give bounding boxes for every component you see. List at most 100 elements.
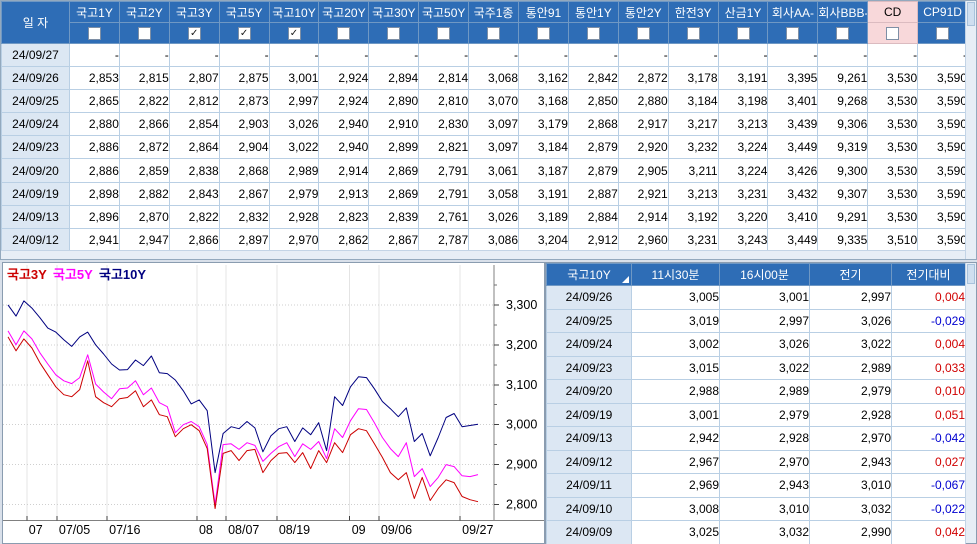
column-checkbox[interactable] [936, 27, 950, 41]
value-cell: 2,830 [418, 112, 470, 137]
change-cell: 0,027 [891, 449, 966, 474]
x-axis-label: 08/07 [228, 523, 259, 537]
vertical-scrollbar[interactable] [965, 263, 976, 543]
column-checkbox[interactable] [736, 27, 750, 41]
column-checkbox[interactable] [437, 27, 451, 41]
date-cell: 24/09/26 [546, 285, 632, 310]
column-checkbox[interactable]: ✓ [287, 27, 301, 41]
value-cell: 3,097 [468, 112, 520, 137]
value-cell: 3,449 [767, 227, 819, 252]
column-checkbox-cell [418, 22, 470, 44]
column-header[interactable]: 국고20Y [318, 1, 370, 23]
column-header[interactable]: 회사BBB- [817, 1, 869, 23]
value-cell: 2,868 [567, 112, 619, 137]
column-checkbox-cell [567, 22, 619, 44]
column-header[interactable]: 국고5Y [218, 1, 270, 23]
column-header[interactable]: 전기대비 [891, 263, 966, 286]
value-cell: 2,822 [118, 89, 170, 114]
horizontal-scrollbar[interactable] [1, 250, 967, 259]
column-checkbox[interactable] [636, 27, 650, 41]
column-header[interactable]: 국고50Y [418, 1, 470, 23]
value-cell: 2,853 [69, 66, 120, 91]
ktb10y-history-table: 국고10Y 11시30분 16시00분 전기 전기대비 24/09/26 3,005 3,0… [546, 263, 966, 544]
value-cell: 2,867 [218, 181, 270, 206]
value-cell: 2,787 [418, 227, 470, 252]
column-checkbox-cell [468, 22, 520, 44]
column-header[interactable]: 통안91 [518, 1, 569, 23]
date-cell: 24/09/25 [546, 308, 632, 333]
value-cell: 3,590 [917, 158, 969, 183]
column-checkbox[interactable]: ✓ [187, 27, 201, 41]
value-cell: - [518, 42, 569, 68]
scrollbar-thumb[interactable] [967, 2, 975, 26]
column-checkbox[interactable] [137, 27, 151, 41]
table-row: 24/09/26 2,853 2,815 2,807 2,875 3,001 2,924 2,… [1, 66, 969, 91]
value-cell-1130: 3,002 [631, 332, 720, 357]
value-cell-prev: 2,943 [809, 449, 892, 474]
column-checkbox[interactable] [686, 27, 700, 41]
column-header[interactable]: 산금1Y [717, 1, 769, 23]
column-header[interactable]: 전기 [809, 263, 892, 286]
column-header[interactable]: CP91D [917, 1, 969, 23]
legend-item: 국고3Y [7, 267, 47, 282]
value-cell: 2,815 [118, 66, 170, 91]
value-cell: 2,880 [69, 112, 120, 137]
value-cell: 2,894 [368, 66, 420, 91]
table-row: 24/09/20 2,886 2,859 2,838 2,868 2,989 2,914 2,… [1, 158, 969, 183]
column-checkbox[interactable] [586, 27, 600, 41]
column-checkbox-cell: ✓ [218, 22, 270, 44]
value-cell-prev: 2,990 [809, 520, 892, 544]
column-checkbox[interactable] [337, 27, 351, 41]
column-checkbox[interactable] [387, 27, 401, 41]
value-cell: 2,921 [617, 181, 669, 206]
value-cell: 2,823 [318, 204, 370, 229]
date-cell: 24/09/27 [1, 42, 70, 68]
column-header[interactable]: 한전3Y [667, 1, 719, 23]
vertical-scrollbar[interactable] [965, 1, 976, 259]
value-cell: 2,839 [368, 204, 420, 229]
column-checkbox[interactable] [487, 27, 501, 41]
column-header[interactable]: 16시00분 [719, 263, 810, 286]
column-checkbox[interactable] [536, 27, 550, 41]
x-axis-label: 07 [29, 523, 43, 537]
value-cell: 9,307 [817, 181, 869, 206]
date-column-header[interactable]: 일 자 [1, 1, 70, 44]
column-checkbox-cell [69, 22, 120, 44]
column-header[interactable]: 국고1Y [69, 1, 120, 23]
column-header[interactable]: CD [867, 1, 919, 23]
column-header[interactable]: 국주1종 [468, 1, 520, 23]
column-checkbox[interactable] [836, 27, 850, 41]
column-checkbox[interactable] [87, 27, 101, 41]
value-cell: 2,862 [318, 227, 370, 252]
value-cell: 3,530 [867, 181, 919, 206]
value-cell: 2,867 [368, 227, 420, 252]
column-header[interactable]: 통안1Y [567, 1, 619, 23]
value-cell-1130: 3,015 [631, 355, 720, 380]
date-cell: 24/09/23 [546, 355, 632, 380]
column-checkbox[interactable] [886, 27, 900, 41]
value-cell: 2,884 [567, 204, 619, 229]
column-header[interactable]: 국고10Y [268, 1, 320, 23]
column-checkbox[interactable] [786, 27, 800, 41]
column-header[interactable]: 통안2Y [617, 1, 669, 23]
column-header[interactable]: 국고2Y [118, 1, 170, 23]
scrollbar-thumb[interactable] [967, 264, 975, 284]
value-cell: - [368, 42, 420, 68]
value-cell: 3,510 [867, 227, 919, 252]
value-cell: 3,530 [867, 89, 919, 114]
column-header[interactable]: 11시30분 [631, 263, 720, 286]
value-cell: 3,026 [468, 204, 520, 229]
column-checkbox[interactable]: ✓ [237, 27, 251, 41]
value-cell: - [717, 42, 769, 68]
x-axis-label: 07/05 [59, 523, 90, 537]
value-cell: 3,213 [717, 112, 769, 137]
y-axis-label: 3,300 [506, 298, 537, 312]
column-header[interactable]: 회사AA- [767, 1, 819, 23]
value-cell: 2,997 [268, 89, 320, 114]
column-header[interactable]: 국고30Y [368, 1, 420, 23]
column-checkbox-cell [118, 22, 170, 44]
column-header[interactable]: 국고3Y [168, 1, 220, 23]
value-cell: 2,887 [567, 181, 619, 206]
column-header[interactable]: 국고10Y [546, 263, 632, 286]
value-cell: 2,913 [318, 181, 370, 206]
